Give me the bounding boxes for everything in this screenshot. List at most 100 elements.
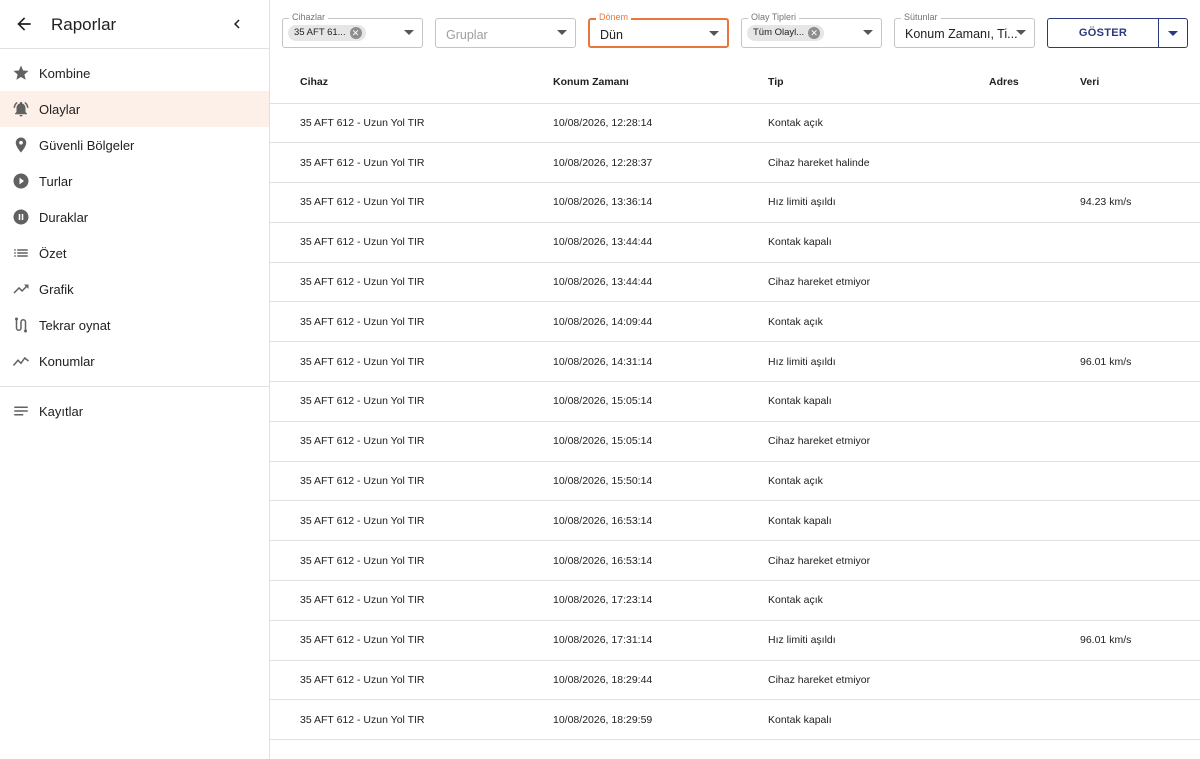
cell-type: Kontak açık xyxy=(768,103,989,144)
cell-type: Cihaz hareket halinde xyxy=(768,142,989,184)
cell-device: 35 AFT 612 - Uzun Yol TIR xyxy=(270,540,553,582)
cell-device: 35 AFT 612 - Uzun Yol TIR xyxy=(270,103,553,144)
cell-time: 10/08/2026, 17:31:14 xyxy=(553,620,768,661)
table-row[interactable]: 35 AFT 612 - Uzun Yol TIR 10/08/2026, 15:… xyxy=(270,461,1200,502)
list-icon xyxy=(14,249,28,257)
cell-data xyxy=(1080,580,1200,621)
sidebar-item-kombine[interactable]: Kombine xyxy=(0,55,269,91)
cell-device: 35 AFT 612 - Uzun Yol TIR xyxy=(270,222,553,263)
sidebar-menu: Kombine Olaylar Güvenli Bölgeler Turlar … xyxy=(0,49,269,379)
sidebar-item-olaylar[interactable]: Olaylar xyxy=(0,91,269,127)
cell-address xyxy=(989,540,1080,582)
table-row[interactable]: 35 AFT 612 - Uzun Yol TIR 10/08/2026, 14:… xyxy=(270,301,1200,343)
cell-time: 10/08/2026, 15:05:14 xyxy=(553,381,768,422)
cell-time: 10/08/2026, 18:29:59 xyxy=(553,699,768,741)
cell-type: Cihaz hareket etmiyor xyxy=(768,421,989,462)
cell-data xyxy=(1080,421,1200,462)
column-header-type: Tip xyxy=(768,61,989,104)
cell-data xyxy=(1080,103,1200,144)
table-row[interactable]: 35 AFT 612 - Uzun Yol TIR 10/08/2026, 17:… xyxy=(270,580,1200,621)
location-pin-icon xyxy=(15,137,27,153)
cell-device: 35 AFT 612 - Uzun Yol TIR xyxy=(270,699,553,741)
pause-circle-icon xyxy=(13,209,29,225)
event-types-select[interactable]: Olay Tipleri Tüm Olayl... ✕ xyxy=(741,11,882,48)
cell-address xyxy=(989,421,1080,462)
sidebar-item-label: Grafik xyxy=(39,281,74,297)
table-row[interactable]: 35 AFT 612 - Uzun Yol TIR 10/08/2026, 12:… xyxy=(270,142,1200,184)
table-row[interactable]: 35 AFT 612 - Uzun Yol TIR 10/08/2026, 13:… xyxy=(270,182,1200,223)
table-row[interactable]: 35 AFT 612 - Uzun Yol TIR 10/08/2026, 17:… xyxy=(270,620,1200,661)
table-row[interactable]: 35 AFT 612 - Uzun Yol TIR 10/08/2026, 18:… xyxy=(270,699,1200,741)
cell-time: 10/08/2026, 14:31:14 xyxy=(553,341,768,383)
table-row[interactable]: 35 AFT 612 - Uzun Yol TIR 10/08/2026, 15:… xyxy=(270,381,1200,422)
table-row[interactable]: 35 AFT 612 - Uzun Yol TIR 10/08/2026, 15:… xyxy=(270,421,1200,462)
cell-data xyxy=(1080,461,1200,502)
cell-data xyxy=(1080,660,1200,701)
groups-placeholder: Gruplar xyxy=(446,28,488,42)
cell-address xyxy=(989,182,1080,223)
cell-type: Hız limiti aşıldı xyxy=(768,182,989,223)
cell-time: 10/08/2026, 15:05:14 xyxy=(553,421,768,462)
table-row[interactable]: 35 AFT 612 - Uzun Yol TIR 10/08/2026, 12:… xyxy=(270,103,1200,144)
period-select[interactable]: Dönem Dün xyxy=(588,11,729,48)
sidebar-item-tekrar-oynat[interactable]: Tekrar oynat xyxy=(0,307,269,343)
columns-select[interactable]: Sütunlar Konum Zamanı, Ti... xyxy=(894,11,1035,48)
sidebar-item-konumlar[interactable]: Konumlar xyxy=(0,343,269,379)
sidebar-item-kayitlar[interactable]: Kayıtlar xyxy=(0,393,269,429)
devices-select[interactable]: Cihazlar 35 AFT 61... ✕ xyxy=(282,11,423,48)
column-header-data: Veri xyxy=(1080,61,1200,104)
sidebar-item-guvenli-bolgeler[interactable]: Güvenli Bölgeler xyxy=(0,127,269,163)
table-row[interactable]: 35 AFT 612 - Uzun Yol TIR 10/08/2026, 16:… xyxy=(270,500,1200,542)
cell-time: 10/08/2026, 13:44:44 xyxy=(553,222,768,263)
event-type-chip[interactable]: Tüm Olayl... ✕ xyxy=(747,25,825,41)
table-row[interactable]: 35 AFT 612 - Uzun Yol TIR 10/08/2026, 14:… xyxy=(270,341,1200,383)
cell-data xyxy=(1080,262,1200,303)
chip-remove-icon[interactable]: ✕ xyxy=(808,27,821,39)
cell-device: 35 AFT 612 - Uzun Yol TIR xyxy=(270,620,553,661)
cell-time: 10/08/2026, 16:53:14 xyxy=(553,540,768,582)
table-row[interactable]: 35 AFT 612 - Uzun Yol TIR 10/08/2026, 18:… xyxy=(270,660,1200,701)
sidebar-item-label: Konumlar xyxy=(39,353,95,369)
cell-time: 10/08/2026, 12:28:37 xyxy=(553,142,768,184)
cell-time: 10/08/2026, 13:36:14 xyxy=(553,182,768,223)
arrow-back-icon[interactable] xyxy=(14,14,34,34)
show-options-dropdown-icon[interactable] xyxy=(1159,19,1187,47)
columns-value: Konum Zamanı, Ti... xyxy=(905,27,1018,41)
sidebar-item-label: Güvenli Bölgeler xyxy=(39,137,135,153)
table-row[interactable]: 35 AFT 612 - Uzun Yol TIR 10/08/2026, 16:… xyxy=(270,540,1200,582)
cell-address xyxy=(989,620,1080,661)
cell-type: Kontak açık xyxy=(768,301,989,343)
sidebar-item-grafik[interactable]: Grafik xyxy=(0,271,269,307)
sidebar-item-label: Kombine xyxy=(39,65,91,81)
sidebar-item-label: Turlar xyxy=(39,173,73,189)
chip-remove-icon[interactable]: ✕ xyxy=(349,27,362,39)
timeline-icon xyxy=(12,356,29,366)
sidebar-item-turlar[interactable]: Turlar xyxy=(0,163,269,199)
cell-data xyxy=(1080,540,1200,582)
cell-data xyxy=(1080,142,1200,184)
show-button[interactable]: GÖSTER xyxy=(1048,19,1159,47)
events-table-container: Cihaz Konum Zamanı Tip Adres Veri 35 AFT… xyxy=(270,61,1200,759)
chevron-left-icon[interactable] xyxy=(228,15,246,33)
cell-time: 10/08/2026, 17:23:14 xyxy=(553,580,768,621)
device-chip[interactable]: 35 AFT 61... ✕ xyxy=(288,25,366,41)
cell-data xyxy=(1080,381,1200,422)
cell-data xyxy=(1080,500,1200,542)
table-row[interactable]: 35 AFT 612 - Uzun Yol TIR 10/08/2026, 13:… xyxy=(270,262,1200,303)
period-value: Dün xyxy=(600,28,623,42)
cell-time: 10/08/2026, 16:53:14 xyxy=(553,500,768,542)
cell-type: Cihaz hareket etmiyor xyxy=(768,262,989,303)
groups-select[interactable]: Gruplar xyxy=(435,18,576,48)
cell-address xyxy=(989,103,1080,144)
sidebar-item-duraklar[interactable]: Duraklar xyxy=(0,199,269,235)
table-row[interactable]: 35 AFT 612 - Uzun Yol TIR 10/08/2026, 13:… xyxy=(270,222,1200,263)
page-title: Raporlar xyxy=(51,15,117,34)
cell-type: Kontak kapalı xyxy=(768,222,989,263)
cell-type: Hız limiti aşıldı xyxy=(768,620,989,661)
sidebar-item-ozet[interactable]: Özet xyxy=(0,235,269,271)
cell-device: 35 AFT 612 - Uzun Yol TIR xyxy=(270,262,553,303)
cell-type: Kontak açık xyxy=(768,580,989,621)
cell-type: Kontak kapalı xyxy=(768,500,989,542)
sidebar-item-label: Olaylar xyxy=(39,101,81,117)
cell-time: 10/08/2026, 12:28:14 xyxy=(553,103,768,144)
